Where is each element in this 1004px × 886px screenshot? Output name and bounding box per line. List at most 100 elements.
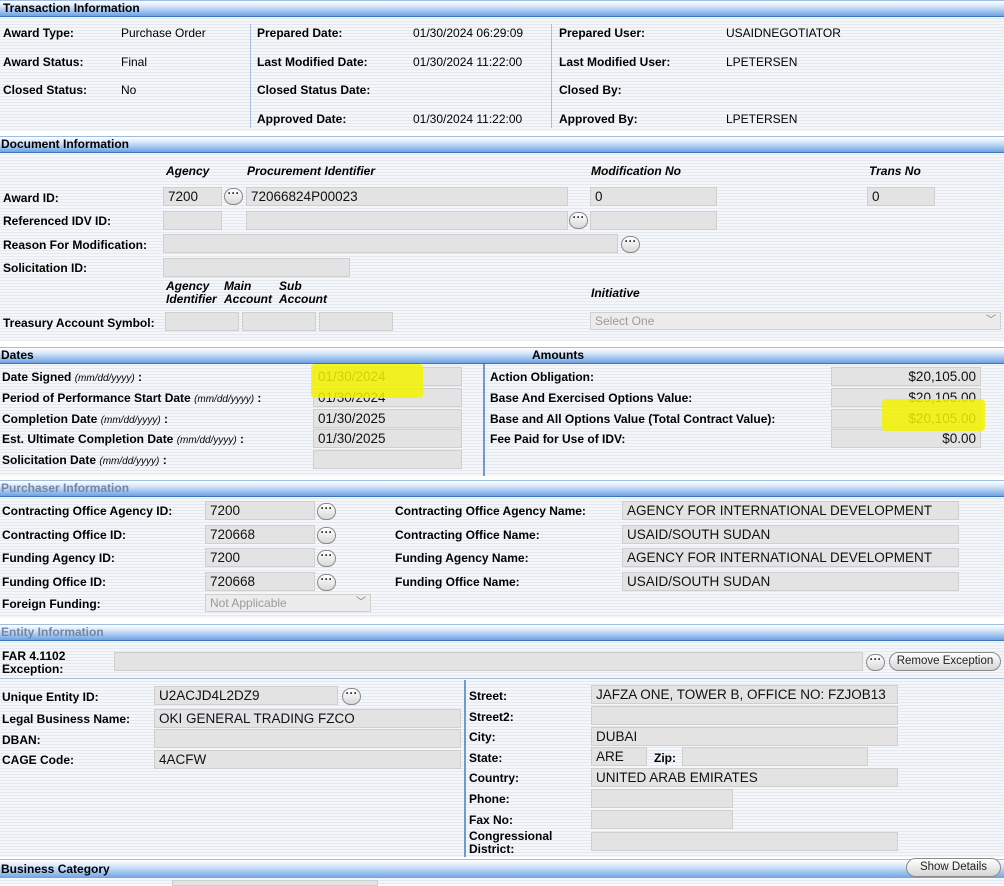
co-agency-id-field[interactable]: 7200	[205, 501, 315, 520]
street2-label: Street2:	[469, 710, 514, 724]
completion-date-field[interactable]: 01/30/2025	[313, 409, 462, 428]
solicitation-id-label: Solicitation ID:	[3, 261, 87, 275]
funding-agency-id-field[interactable]: 7200	[205, 548, 315, 567]
referenced-idv-label: Referenced IDV ID:	[3, 214, 112, 228]
co-agency-id-lookup-button[interactable]: ···	[317, 502, 336, 520]
state-field[interactable]: ARE	[591, 747, 647, 766]
treasury-account-symbol-label: Treasury Account Symbol:	[3, 316, 155, 330]
base-all-options-label: Base and All Options Value (Total Contra…	[490, 412, 776, 426]
fee-idv-field[interactable]: $0.00	[831, 429, 981, 448]
date-signed-label: Date Signed (mm/dd/yyyy) :	[2, 370, 142, 384]
zip-field[interactable]	[682, 747, 868, 766]
approved-date-label: Approved Date:	[257, 112, 347, 126]
foreign-funding-value: Not Applicable	[210, 596, 287, 610]
congressional-district-field[interactable]	[591, 832, 898, 851]
approved-by-label: Approved By:	[559, 112, 638, 126]
phone-field[interactable]	[591, 789, 733, 808]
award-agency-lookup-button[interactable]: ···	[224, 186, 243, 205]
date-format-hint: (mm/dd/yyyy)	[74, 373, 135, 384]
amounts-header-label: Amounts	[532, 348, 584, 362]
solicitation-id-field[interactable]	[163, 258, 350, 277]
ellipsis-icon: ···	[320, 572, 333, 586]
ref-idv-agency-field[interactable]	[163, 211, 222, 230]
funding-office-name-field[interactable]: USAID/SOUTH SUDAN	[622, 572, 959, 591]
trans-no-field[interactable]: 0	[867, 187, 935, 206]
funding-agency-id-lookup-button[interactable]: ···	[317, 549, 336, 567]
show-details-button[interactable]: Show Details	[906, 858, 1001, 877]
completion-date-label: Completion Date (mm/dd/yyyy) :	[2, 412, 168, 426]
reason-lookup-button[interactable]: ···	[621, 235, 640, 253]
prepared-user-label: Prepared User:	[559, 26, 646, 40]
congressional-district-label: Congressional District:	[469, 830, 552, 856]
co-id-lookup-button[interactable]: ···	[317, 526, 336, 544]
base-exercised-label: Base And Exercised Options Value:	[490, 391, 693, 405]
business-category-field[interactable]	[172, 880, 378, 886]
chevron-down-icon: ﹀	[356, 597, 366, 608]
legal-business-name-field[interactable]: OKI GENERAL TRADING FZCO	[154, 709, 461, 728]
ref-idv-identifier-field[interactable]	[246, 211, 568, 230]
tas-sub-header-line1: Sub	[279, 279, 302, 293]
date-format-hint: (mm/dd/yyyy)	[194, 394, 255, 405]
cage-code-field[interactable]: 4ACFW	[154, 750, 461, 769]
reason-for-modification-field[interactable]	[163, 234, 618, 253]
award-agency-field[interactable]: 7200	[163, 187, 222, 206]
foreign-funding-select[interactable]: Not Applicable ﹀	[205, 594, 371, 612]
col-agency-header: Agency	[166, 164, 210, 178]
reason-for-modification-label: Reason For Modification:	[3, 238, 147, 252]
congressional-label-line2: District:	[469, 842, 515, 856]
ref-idv-mod-field[interactable]	[590, 211, 717, 230]
entity-divider	[464, 680, 466, 857]
co-agency-name-field[interactable]: AGENCY FOR INTERNATIONAL DEVELOPMENT	[622, 501, 959, 520]
divider	[250, 24, 251, 128]
tas-main-account-field[interactable]	[242, 312, 316, 331]
city-field[interactable]: DUBAI	[591, 727, 898, 746]
closed-status-date-label: Closed Status Date:	[257, 83, 371, 97]
far-exception-lookup-button[interactable]: ···	[866, 653, 885, 671]
tas-agency-field[interactable]	[165, 312, 239, 331]
solicitation-date-field[interactable]	[313, 450, 462, 469]
prepared-user-value: USAIDNEGOTIATOR	[726, 26, 841, 40]
ultimate-completion-date-field[interactable]: 01/30/2025	[313, 429, 462, 448]
ellipsis-icon: ···	[227, 186, 240, 200]
date-signed-label-text: Date Signed	[2, 370, 72, 384]
action-obligation-field[interactable]: $20,105.00	[831, 367, 981, 386]
funding-office-id-lookup-button[interactable]: ···	[317, 572, 336, 591]
co-id-field[interactable]: 720668	[205, 525, 315, 544]
highlight-mark	[882, 399, 985, 431]
street-field[interactable]: JAFZA ONE, TOWER B, OFFICE NO: FZJOB13	[591, 685, 898, 704]
funding-agency-name-field[interactable]: AGENCY FOR INTERNATIONAL DEVELOPMENT	[622, 548, 959, 567]
far-exception-field[interactable]	[114, 652, 863, 671]
remove-exception-button[interactable]: Remove Exception	[889, 652, 1001, 671]
procurement-identifier-field[interactable]: 72066824P00023	[246, 187, 568, 206]
co-name-label: Contracting Office Name:	[395, 528, 540, 542]
dban-field[interactable]	[154, 729, 461, 748]
fee-idv-label: Fee Paid for Use of IDV:	[490, 432, 626, 446]
tas-sub-account-field[interactable]	[319, 312, 393, 331]
fax-field[interactable]	[591, 810, 733, 829]
purchaser-header: Purchaser Information	[0, 480, 1004, 497]
country-field[interactable]: UNITED ARAB EMIRATES	[591, 768, 898, 787]
tas-sub-header-line2: Account	[279, 292, 327, 306]
co-name-field[interactable]: USAID/SOUTH SUDAN	[622, 525, 959, 544]
dban-label: DBAN:	[2, 733, 41, 747]
initiative-select[interactable]: Select One ﹀	[590, 312, 1001, 330]
ref-idv-lookup-button[interactable]: ···	[569, 211, 588, 229]
award-id-label: Award ID:	[3, 191, 59, 205]
label-colon: :	[257, 391, 262, 405]
prepared-date-value: 01/30/2024 06:29:09	[413, 26, 524, 40]
zip-label: Zip:	[654, 751, 676, 765]
street2-field[interactable]	[591, 706, 898, 725]
document-header-label: Document Information	[1, 137, 129, 151]
date-format-hint: (mm/dd/yyyy)	[176, 435, 237, 446]
label-colon: :	[164, 412, 169, 426]
uei-lookup-button[interactable]: ···	[342, 687, 361, 705]
cage-code-label: CAGE Code:	[2, 753, 74, 767]
uei-field[interactable]: U2ACJD4L2DZ9	[154, 686, 338, 705]
label-colon: :	[138, 370, 143, 384]
legal-business-name-label: Legal Business Name:	[2, 712, 131, 726]
completion-label-text: Completion Date	[2, 412, 98, 426]
foreign-funding-label: Foreign Funding:	[2, 597, 101, 611]
modification-no-field[interactable]: 0	[590, 187, 717, 206]
funding-office-id-field[interactable]: 720668	[205, 572, 315, 591]
closed-by-label: Closed By:	[559, 83, 622, 97]
